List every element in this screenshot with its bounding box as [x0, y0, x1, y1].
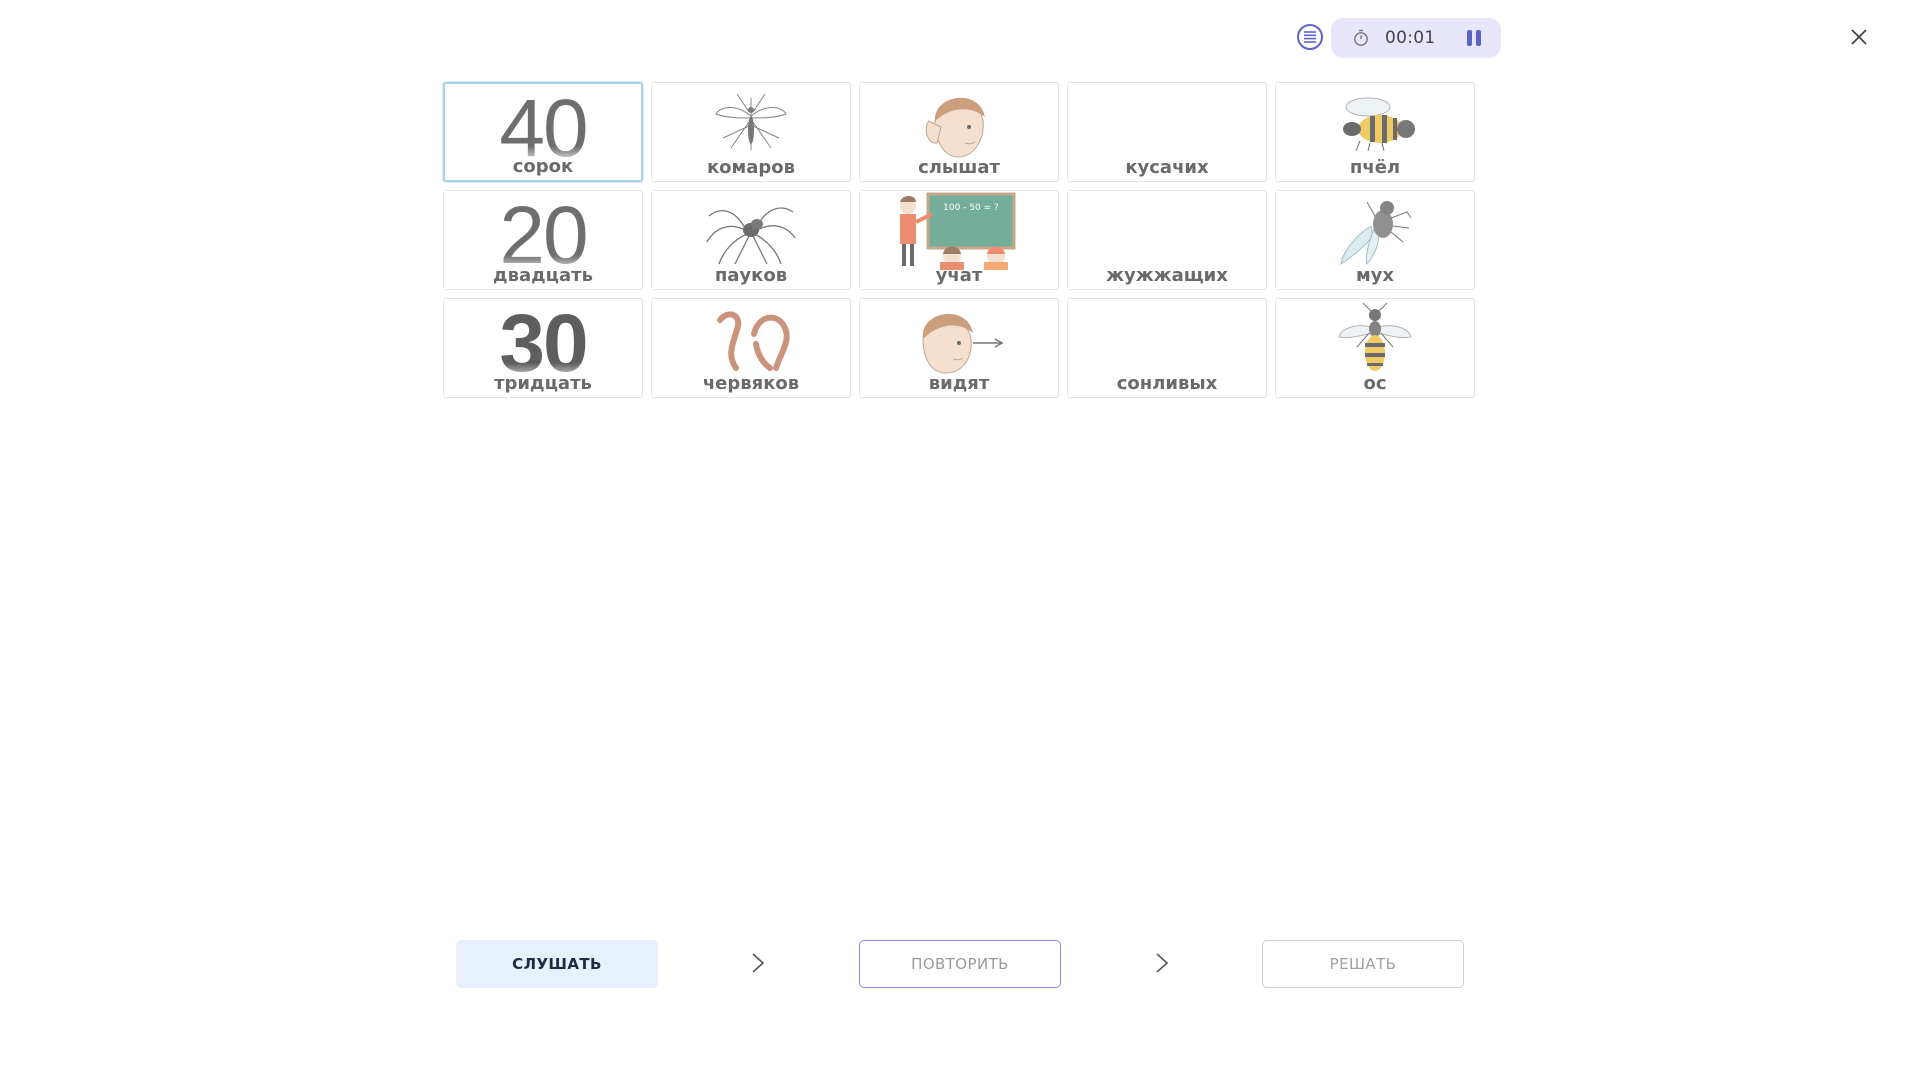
card-label: кусачих — [1125, 157, 1209, 178]
card-label: пауков — [714, 265, 788, 286]
card-label: комаров — [706, 157, 796, 178]
word-card-bees[interactable]: пчёл — [1275, 82, 1475, 182]
teacher-blackboard-icon: 100 - 50 = ? — [860, 191, 1058, 271]
word-card-mosquitoes[interactable]: комаров — [651, 82, 851, 182]
card-label: учат — [935, 265, 983, 286]
listen-button[interactable]: СЛУШАТЬ — [456, 940, 658, 988]
card-label: жужжащих — [1106, 265, 1228, 286]
word-card-flies[interactable]: мух — [1275, 190, 1475, 290]
repeat-button[interactable]: ПОВТОРИТЬ — [859, 940, 1061, 988]
card-label: слышат — [918, 157, 1000, 178]
menu-button[interactable] — [1297, 24, 1323, 50]
boy-listening-icon — [860, 87, 1058, 159]
mosquito-icon — [652, 87, 850, 159]
word-card-20[interactable]: 20 двадцать — [443, 190, 643, 290]
chevron-right-icon — [752, 953, 765, 973]
chevron-right-icon — [1156, 953, 1169, 973]
card-label: сонливых — [1116, 373, 1218, 394]
word-card-teach[interactable]: 100 - 50 = ? учат — [859, 190, 1059, 290]
exercise-screen: 00:01 40 сорок комаров слышат кусачих пч… — [0, 0, 1920, 1080]
list-icon — [1304, 31, 1316, 43]
spider-icon — [652, 195, 850, 267]
close-icon[interactable] — [1846, 24, 1872, 50]
word-card-buzzing[interactable]: жужжащих — [1067, 190, 1267, 290]
word-grid: 40 сорок комаров слышат кусачих пчёл 20 … — [443, 82, 1475, 398]
timer-panel: 00:01 — [1331, 18, 1501, 58]
wasp-icon — [1276, 303, 1474, 375]
word-card-worms[interactable]: червяков — [651, 298, 851, 398]
worms-icon — [652, 303, 850, 375]
card-label: сорок — [512, 156, 574, 177]
bee-icon — [1276, 87, 1474, 159]
card-label: пчёл — [1349, 157, 1401, 178]
card-label: видят — [928, 373, 990, 394]
solve-button[interactable]: РЕШАТЬ — [1262, 940, 1464, 988]
word-card-biting[interactable]: кусачих — [1067, 82, 1267, 182]
word-card-spiders[interactable]: пауков — [651, 190, 851, 290]
boy-looking-icon — [860, 303, 1058, 375]
word-card-sleepy[interactable]: сонливых — [1067, 298, 1267, 398]
word-card-hear[interactable]: слышат — [859, 82, 1059, 182]
word-card-see[interactable]: видят — [859, 298, 1059, 398]
card-label: тридцать — [494, 373, 592, 394]
timer-value: 00:01 — [1385, 28, 1436, 48]
word-card-40[interactable]: 40 сорок — [443, 82, 643, 182]
word-card-wasps[interactable]: ос — [1275, 298, 1475, 398]
stopwatch-icon — [1354, 29, 1368, 46]
word-card-30[interactable]: 30 тридцать — [443, 298, 643, 398]
card-label: двадцать — [493, 265, 593, 286]
card-label: ос — [1363, 373, 1387, 394]
pause-icon — [1467, 30, 1472, 46]
card-label: мух — [1355, 265, 1395, 286]
board-text: 100 - 50 = ? — [943, 203, 999, 213]
fly-icon — [1276, 195, 1474, 267]
card-label: червяков — [702, 373, 800, 394]
pause-button[interactable] — [1463, 26, 1485, 50]
